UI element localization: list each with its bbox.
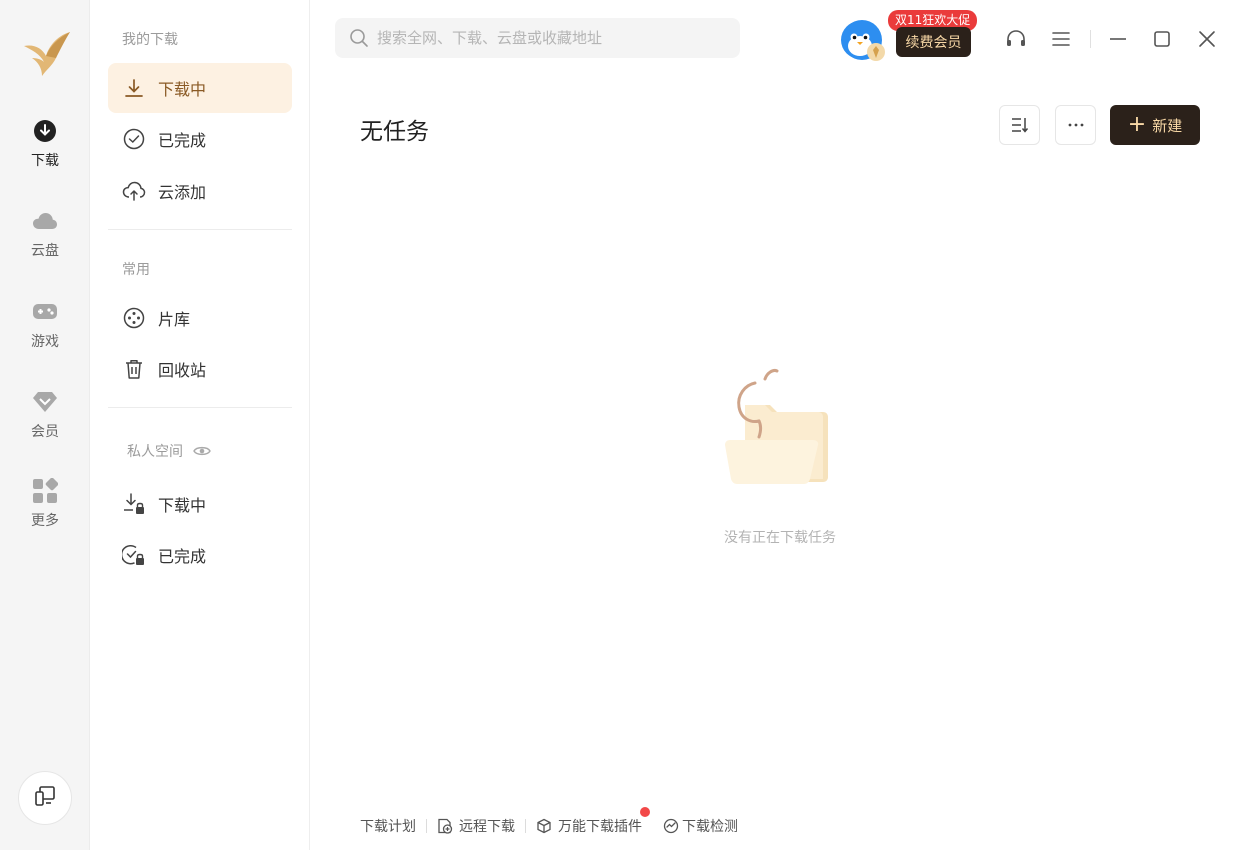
apps-grid-icon [32,478,58,504]
more-dots-icon [1067,122,1085,128]
rail-label: 游戏 [31,334,59,350]
footer-label: 万能下载插件 [558,819,642,835]
gamepad-icon [32,299,58,325]
private-space-label: 私人空间 [127,444,183,460]
cube-icon [536,818,552,834]
rail-label: 更多 [31,513,59,529]
subnav-label: 下载中 [158,80,207,99]
download-circle-icon [32,118,58,144]
download-arrow-icon [122,76,146,100]
download-detect-link[interactable]: 下载检测 [663,816,738,836]
subnav-item-cloud-add[interactable]: 云添加 [108,166,292,216]
divider [108,229,292,230]
subnav-label: 已完成 [158,547,207,566]
footer-label: 下载检测 [682,819,738,835]
footer-toolbar: 下载计划 远程下载 万能下载插件 下载检测 [360,807,738,837]
subnav-item-film-library[interactable]: 片库 [108,293,292,343]
page-title: 无任务 [360,119,429,145]
subnav-label: 下载中 [158,496,207,515]
trash-icon [122,357,146,381]
subnav-item-private-completed[interactable]: 已完成 [108,530,292,580]
film-reel-icon [122,306,146,330]
download-plan-link[interactable]: 下载计划 [360,816,416,836]
empty-folder-illustration [715,365,840,495]
check-lock-icon [122,543,146,567]
rail-item-games[interactable]: 游戏 [0,299,90,369]
subnav-label: 云添加 [158,183,207,202]
subnav-label: 回收站 [158,361,207,380]
subnav-label: 已完成 [158,131,207,150]
toolbar-separator [1090,30,1091,48]
notification-dot [640,807,650,817]
subnav-item-recycle-bin[interactable]: 回收站 [108,344,292,394]
more-options-button[interactable] [1055,105,1096,145]
remote-download-icon [437,818,453,834]
search-bar[interactable] [335,18,740,58]
section-header-private: 私人空间 [127,441,211,461]
footer-separator [652,819,653,833]
cloud-upload-icon [122,179,146,203]
section-header-common: 常用 [122,262,150,278]
search-icon [349,28,369,48]
rail-item-download[interactable]: 下载 [0,118,90,188]
headset-support-icon[interactable] [1003,26,1029,52]
rail-item-cloud[interactable]: 云盘 [0,208,90,278]
download-lock-icon [122,492,146,516]
subnav-item-completed[interactable]: 已完成 [108,114,292,164]
avatar[interactable] [841,20,885,61]
empty-state-text: 没有正在下载任务 [724,530,836,546]
close-icon[interactable] [1194,26,1220,52]
universal-plugin-link[interactable]: 万能下载插件 [536,807,650,836]
renew-vip-button[interactable]: 续费会员 [896,27,971,57]
minimize-icon[interactable] [1105,26,1131,52]
detect-icon [663,818,679,834]
check-circle-icon [122,127,146,151]
footer-separator [426,819,427,833]
plus-icon: + [1127,112,1147,137]
subnav-label: 片库 [158,310,191,329]
menu-icon[interactable] [1048,26,1074,52]
rail-label: 云盘 [31,243,59,259]
rail-item-more[interactable]: 更多 [0,478,90,548]
sort-button[interactable] [999,105,1040,145]
device-switch-icon [34,785,56,811]
rail-label: 下载 [31,153,59,169]
rail-item-vip[interactable]: 会员 [0,389,90,459]
rail-label: 会员 [31,424,59,440]
footer-separator [525,819,526,833]
search-input[interactable] [377,29,737,47]
new-task-label: 新建 [1152,116,1183,135]
footer-label: 远程下载 [459,819,515,835]
sort-icon [1010,115,1030,135]
divider [108,407,292,408]
cloud-icon [32,208,58,234]
secondary-nav: 我的下载 下载中 已完成 云添加 常用 片库 回收站 私人空间 下载中 已完成 [90,0,310,850]
app-logo-icon [18,24,74,80]
section-header-my-downloads: 我的下载 [122,32,178,48]
subnav-item-downloading[interactable]: 下载中 [108,63,292,113]
subnav-item-private-downloading[interactable]: 下载中 [108,479,292,529]
remote-download-link[interactable]: 远程下载 [437,816,515,836]
new-task-button[interactable]: + 新建 [1110,105,1200,145]
footer-label: 下载计划 [360,819,416,835]
left-rail: 下载 云盘 游戏 会员 更多 [0,0,90,850]
maximize-icon[interactable] [1149,26,1175,52]
diamond-icon [32,389,58,415]
eye-icon[interactable] [193,444,211,458]
device-switch-button[interactable] [18,771,72,825]
